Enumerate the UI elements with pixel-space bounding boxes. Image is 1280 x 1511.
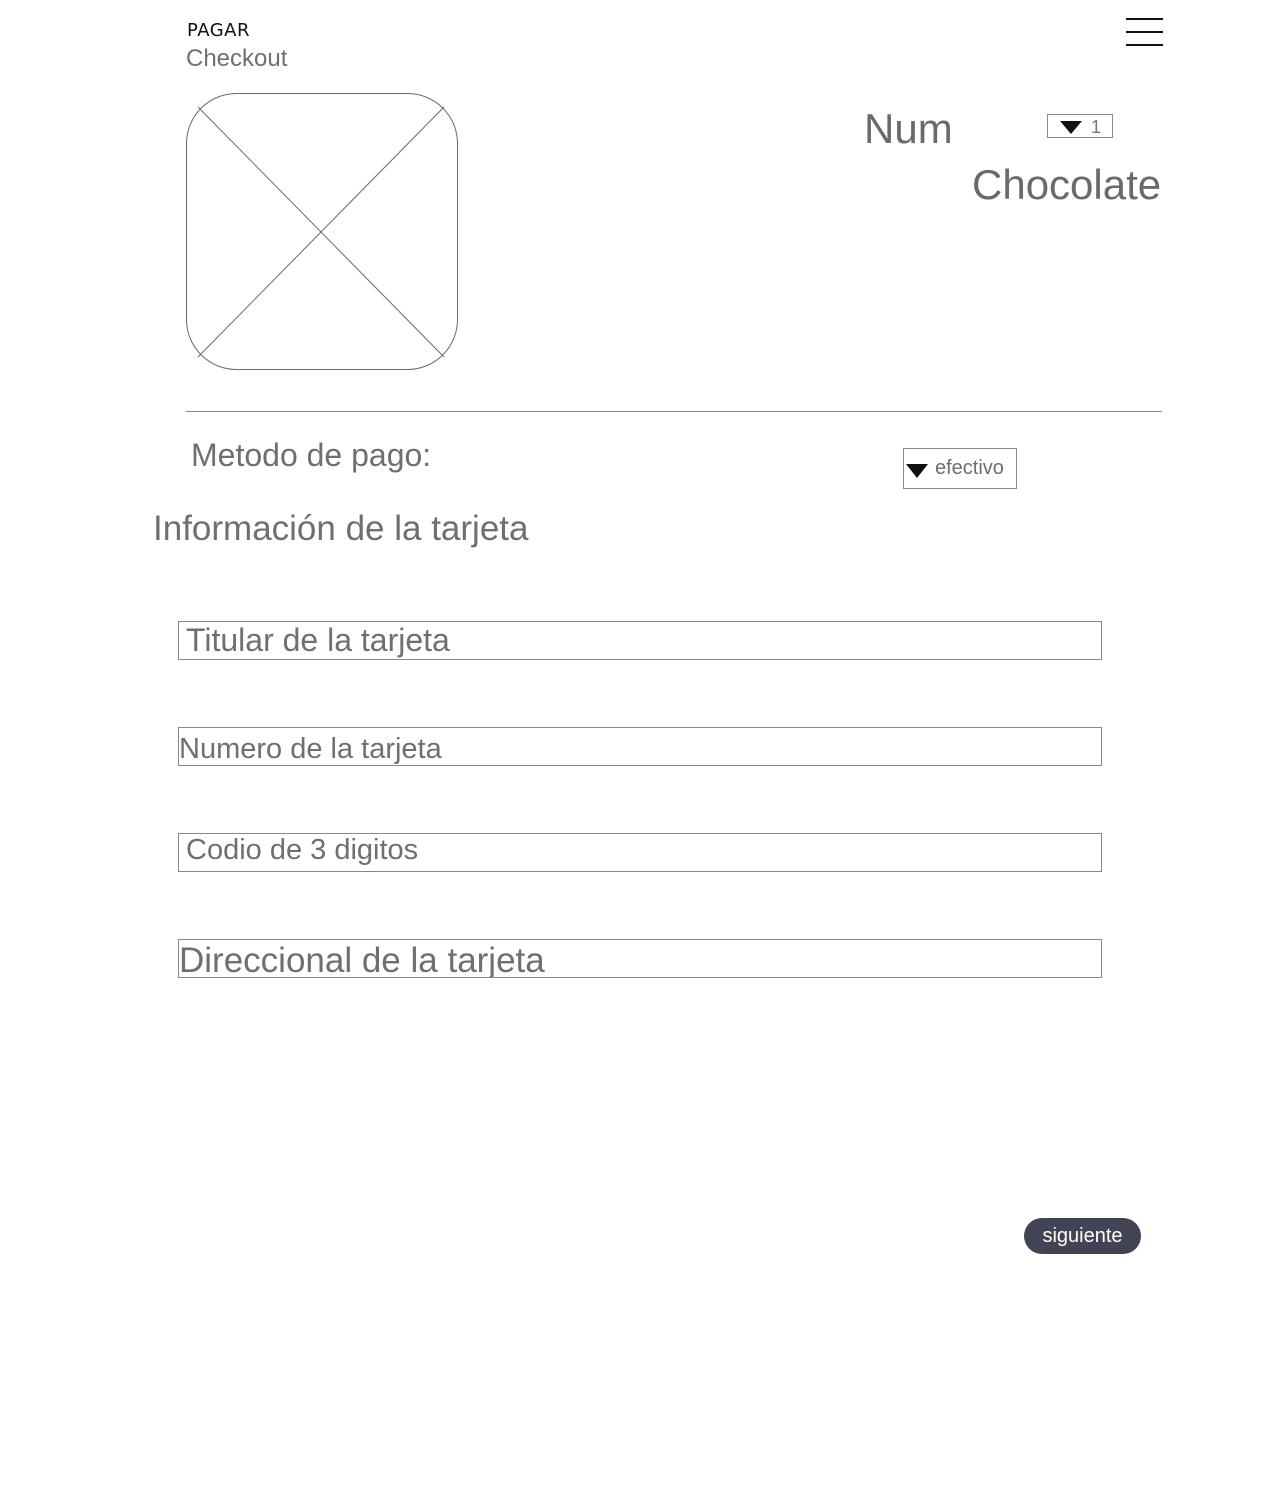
page-title: PAGAR — [187, 20, 250, 41]
product-name: Chocolate — [972, 161, 1162, 208]
next-button[interactable]: siguiente — [1024, 1218, 1141, 1254]
card-address-field — [178, 939, 1102, 978]
section-divider — [186, 411, 1162, 412]
card-cvv-input[interactable] — [179, 834, 1101, 871]
card-address-input[interactable] — [179, 940, 1101, 977]
quantity-select[interactable]: 1 — [1047, 114, 1113, 138]
quantity-label: Num — [864, 105, 953, 152]
dropdown-arrow-icon — [906, 464, 928, 478]
image-placeholder-icon — [186, 93, 458, 370]
card-number-field — [178, 727, 1102, 766]
payment-method-label: Metodo de pago: — [191, 437, 432, 473]
quantity-value: 1 — [1091, 117, 1102, 137]
hamburger-menu-icon[interactable] — [1126, 16, 1164, 46]
payment-method-select[interactable]: efectivo — [903, 448, 1017, 489]
card-holder-input[interactable] — [179, 622, 1101, 659]
page-subtitle: Checkout — [186, 45, 288, 72]
card-holder-field — [178, 621, 1102, 660]
card-cvv-field — [178, 833, 1102, 872]
card-number-input[interactable] — [179, 728, 1101, 765]
dropdown-arrow-icon — [1060, 121, 1082, 134]
payment-method-value: efectivo — [935, 457, 1004, 479]
card-info-title: Información de la tarjeta — [153, 509, 529, 548]
